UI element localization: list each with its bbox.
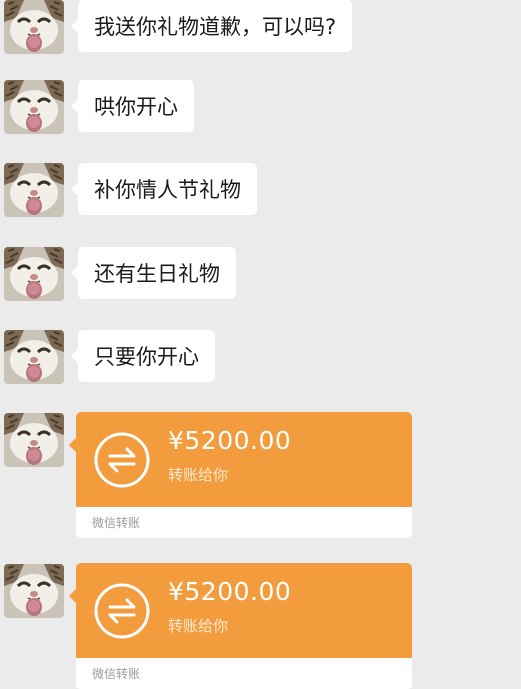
avatar[interactable] bbox=[4, 247, 64, 301]
chat-bubble-text: 哄你开心 bbox=[94, 95, 178, 119]
transfer-footer: 微信转账 bbox=[76, 507, 412, 538]
transfer-subtitle: 转账给你 bbox=[168, 466, 229, 484]
cat-face-avatar-image bbox=[4, 413, 64, 467]
bubble-notch bbox=[69, 438, 76, 452]
transfer-footer: 微信转账 bbox=[76, 658, 412, 689]
cat-face-avatar-image bbox=[4, 0, 64, 54]
transfer-arrows-icon bbox=[94, 432, 150, 488]
cat-face-avatar-image bbox=[4, 330, 64, 384]
transfer-amount: ¥5200.00 bbox=[168, 426, 292, 455]
transfer-amount: ¥5200.00 bbox=[168, 577, 292, 606]
chat-bubble[interactable]: 哄你开心 bbox=[71, 80, 194, 132]
avatar[interactable] bbox=[4, 0, 64, 54]
avatar[interactable] bbox=[4, 330, 64, 384]
transfer-subtitle: 转账给你 bbox=[168, 617, 229, 635]
chat-bubble[interactable]: 只要你开心 bbox=[71, 330, 215, 382]
transfer-card[interactable]: ¥5200.00 转账给你 微信转账 bbox=[76, 412, 412, 538]
cat-face-avatar-image bbox=[4, 247, 64, 301]
chat-bubble-text: 只要你开心 bbox=[94, 345, 199, 369]
cat-face-avatar-image bbox=[4, 564, 64, 618]
avatar[interactable] bbox=[4, 163, 64, 217]
avatar[interactable] bbox=[4, 413, 64, 467]
transfer-card-header: ¥5200.00 转账给你 bbox=[76, 412, 412, 507]
chat-bubble-text: 还有生日礼物 bbox=[94, 262, 220, 286]
avatar[interactable] bbox=[4, 80, 64, 134]
chat-bubble-text: 补你情人节礼物 bbox=[94, 178, 241, 202]
avatar[interactable] bbox=[4, 564, 64, 618]
transfer-card[interactable]: ¥5200.00 转账给你 微信转账 bbox=[76, 563, 412, 689]
bubble-notch bbox=[69, 589, 76, 603]
chat-bubble[interactable]: 还有生日礼物 bbox=[71, 247, 236, 299]
cat-face-avatar-image bbox=[4, 163, 64, 217]
cat-face-avatar-image bbox=[4, 80, 64, 134]
transfer-arrows-icon bbox=[94, 583, 150, 639]
chat-bubble-text: 我送你礼物道歉，可以吗? bbox=[94, 15, 337, 39]
transfer-card-header: ¥5200.00 转账给你 bbox=[76, 563, 412, 658]
chat-bubble[interactable]: 补你情人节礼物 bbox=[71, 163, 257, 215]
chat-bubble[interactable]: 我送你礼物道歉，可以吗? bbox=[70, 0, 353, 52]
